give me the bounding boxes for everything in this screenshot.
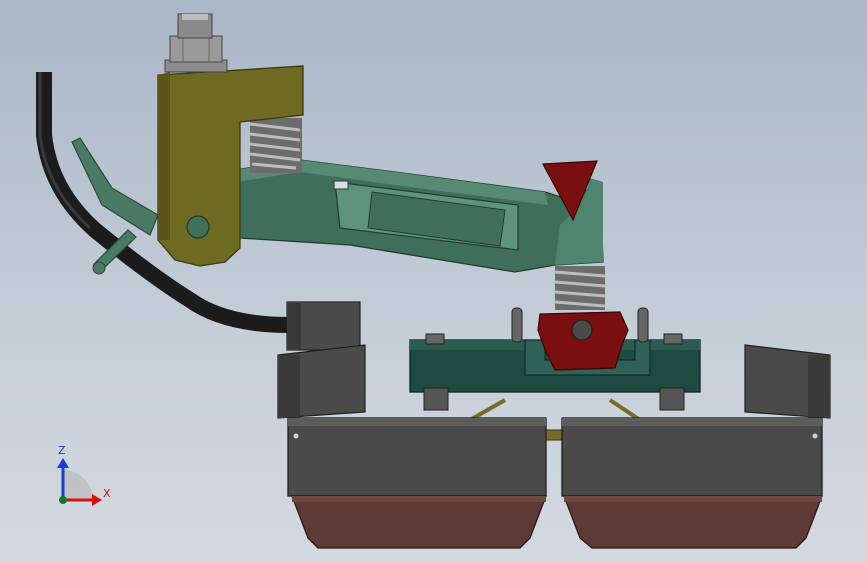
right-shoe-top [564, 496, 822, 502]
right-side-block-face [808, 355, 830, 418]
right-shoe[interactable] [563, 495, 823, 549]
bracket-side-face [158, 72, 170, 240]
bolt-thread-highlight [182, 14, 208, 20]
right-housing-screw [812, 433, 818, 439]
triad-z-label: Z [58, 444, 66, 457]
cad-assembly-viewport[interactable]: Z X [0, 0, 867, 562]
frame-post-small-left [425, 333, 445, 345]
upper-spring[interactable] [249, 118, 302, 173]
coordinate-triad: Z X [57, 444, 111, 506]
brace-left [469, 398, 506, 422]
brace-right [608, 398, 642, 422]
left-housing-screw [293, 433, 299, 439]
pivot-hole[interactable] [186, 215, 210, 239]
left-side-block-face [278, 355, 300, 418]
triad-origin [59, 496, 67, 504]
frame-post-left [511, 307, 523, 343]
nut[interactable] [169, 35, 223, 63]
left-housing-top [288, 418, 546, 426]
arm-small-slot [333, 180, 349, 190]
left-housing[interactable] [287, 417, 547, 497]
red-block-pivot[interactable] [571, 319, 593, 341]
triad-x-arrow [92, 494, 102, 506]
triad-z-arrow [57, 458, 69, 468]
frame-post-small-right [663, 333, 683, 345]
cable-connector-shadow [287, 302, 301, 350]
frame-foot-left [423, 387, 449, 411]
frame-post-right [637, 307, 649, 343]
left-shoe-top [292, 496, 546, 502]
triad-x-label: X [103, 487, 111, 500]
lever-handle-tip [92, 261, 106, 275]
right-housing[interactable] [561, 417, 823, 497]
frame-foot-right [659, 387, 685, 411]
triad-xz-plane [63, 470, 93, 500]
right-housing-top [562, 418, 822, 426]
left-shoe[interactable] [291, 495, 547, 549]
lower-spring[interactable] [554, 266, 606, 310]
